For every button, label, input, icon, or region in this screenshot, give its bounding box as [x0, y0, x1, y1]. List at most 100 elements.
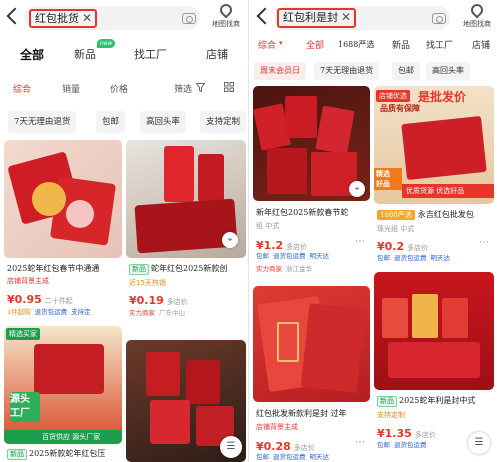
search-bar: 红包批货 ✕ 地图找商	[0, 0, 248, 36]
product-card[interactable]: ⌖ 新品 蛇年红包2025新款创 近15天热销 ¥0.19 多店价 实力商家 广东中山	[126, 140, 246, 322]
tab-shop[interactable]: 店铺	[206, 46, 228, 62]
service-tags: 包邮 退货包运费 明天达	[256, 451, 333, 461]
product-card[interactable]: 2025蛇年红包春节中通通 店铺背景主成 ¥0.95 二十件起 1件起购 退货包运费…	[4, 140, 122, 322]
hot-sale-note: 近15天热销	[129, 279, 166, 287]
product-image[interactable]: 精选买家 源头 工厂 百货供应 源头厂家	[4, 326, 122, 444]
grid-view-icon[interactable]	[224, 82, 234, 92]
tag-return: 退货包运费	[34, 308, 68, 316]
service-tags: 包邮 退货包运费 明天达	[256, 250, 333, 260]
shop-info: 店铺背景主成	[7, 277, 49, 285]
sort-comprehensive[interactable]: 综合	[13, 82, 31, 95]
scan-icon[interactable]: ⌖	[349, 181, 365, 197]
camera-icon[interactable]	[182, 13, 196, 24]
product-image[interactable]: ⌖	[253, 86, 370, 201]
tab-factory[interactable]: 找工厂	[134, 46, 167, 62]
product-image[interactable]	[374, 272, 494, 390]
search-query-chip[interactable]: 红包利是封 ✕	[277, 8, 356, 28]
map-search-label: 地图找商	[463, 20, 491, 28]
product-price: ¥0.19	[129, 294, 164, 307]
sort-sales[interactable]: 销量	[62, 82, 80, 95]
store-pick-badge: 店铺优选	[376, 90, 410, 102]
featured-badge: 精选买家	[6, 328, 40, 340]
tab-all[interactable]: 全部	[306, 38, 324, 51]
floating-list-icon[interactable]: ☰	[468, 432, 490, 454]
search-box[interactable]: 红包批货 ✕	[24, 6, 200, 30]
tab-1688-select[interactable]: 1688严选	[338, 39, 374, 50]
product-card[interactable]: 店铺优选 是批发价 品质有保障 精选 好品 优质货源 优选好品 1688严选 永吉红…	[374, 86, 494, 264]
left-screen: 红包批货 ✕ 地图找商 全部 新品 new 找工厂 店铺 综合 销量 价格 筛选…	[0, 0, 249, 462]
product-image[interactable]: ☰	[126, 340, 246, 462]
tab-shop[interactable]: 店铺	[472, 38, 490, 51]
back-icon[interactable]	[6, 7, 18, 25]
more-icon[interactable]: ⋯	[355, 437, 366, 448]
chip-weekend-member[interactable]: 周末会员日	[254, 62, 306, 80]
product-card[interactable]: 新品 2025蛇年利是封中式 支持定制 ¥1.35 多店价 包邮 退货包运费 ☰	[374, 272, 494, 462]
product-card[interactable]: ☰	[126, 340, 246, 462]
supply-strip: 百货供应 源头厂家	[4, 430, 122, 444]
back-icon[interactable]	[256, 7, 268, 25]
more-icon[interactable]: ⋯	[355, 236, 366, 247]
merchant-tags: 实力商家 广东中山	[129, 307, 185, 317]
product-title: 1688严选 永吉红包批发包	[377, 209, 493, 220]
tag-free-ship: 包邮	[377, 441, 390, 449]
chevron-down-icon[interactable]: ▾	[279, 39, 283, 47]
category-tabs: 全部 新品 new 找工厂 店铺	[0, 39, 248, 72]
product-card[interactable]: 红包批发新款利是封 过年 店铺背景主成 ¥0.28 多店价 ⋯ 包邮 退货包运费 明天…	[253, 286, 370, 462]
category-tabs: 综合 ▾ 全部 1688严选 新品 找工厂 店铺	[250, 38, 497, 54]
product-image[interactable]	[4, 140, 122, 258]
tab-all[interactable]: 全部	[20, 46, 44, 63]
product-image[interactable]: ⌖	[126, 140, 246, 258]
floating-list-icon[interactable]: ☰	[220, 436, 242, 458]
clear-icon[interactable]: ✕	[82, 11, 92, 26]
search-box[interactable]: 红包利是封 ✕	[274, 6, 450, 30]
tab-new[interactable]: 新品	[74, 46, 96, 62]
chip-free-shipping[interactable]: 包邮	[96, 111, 126, 133]
product-spec: 珠光纸 中式	[377, 225, 415, 233]
filter-button[interactable]: 筛选	[174, 82, 192, 95]
tag-tomorrow: 明天达	[309, 453, 330, 461]
overlay-source: 源头	[10, 394, 30, 405]
tab-comprehensive[interactable]: 综合	[258, 38, 276, 51]
tag-return: 退货包运费	[273, 252, 306, 260]
selected-badge-line2: 好品	[376, 180, 390, 188]
search-bar: 红包利是封 ✕ 地图找商	[250, 0, 497, 36]
filter-icon[interactable]	[196, 83, 205, 92]
tag-return: 退货包运费	[394, 441, 427, 449]
product-card[interactable]: 精选买家 源头 工厂 百货供应 源头厂家 新品 2025新款蛇年红包压	[4, 326, 122, 462]
price-row: ¥0.19 多店价	[129, 289, 188, 308]
chip-free-shipping[interactable]: 包邮	[392, 62, 420, 80]
product-card[interactable]: ⌖ 新年红包2025新款春节蛇 纸 中式 ¥1.2 多店价 ⋯ 包邮 退货包运费 明天…	[253, 86, 370, 278]
chip-high-repurchase[interactable]: 高回头率	[426, 62, 470, 80]
camera-icon[interactable]	[432, 13, 446, 24]
product-image[interactable]: 店铺优选 是批发价 品质有保障 精选 好品 优质货源 优选好品	[374, 86, 494, 204]
tag-strong-merchant: 实力商家	[256, 265, 282, 273]
map-search-button[interactable]: 地图找商	[457, 1, 497, 29]
tag-location: 广东中山	[159, 309, 185, 317]
price-note: 多店价	[166, 298, 188, 306]
price-note: 多店价	[414, 431, 436, 439]
chip-7day-return[interactable]: 7天无理由退货	[8, 111, 77, 133]
scan-icon[interactable]: ⌖	[222, 232, 238, 248]
chip-7day-return[interactable]: 7天无理由退货	[314, 62, 380, 80]
banner-sub: 品质有保障	[380, 103, 420, 113]
selected-badge-line1: 精选	[376, 170, 390, 178]
sort-bar: 综合 销量 价格 筛选	[0, 82, 248, 100]
sort-price[interactable]: 价格	[110, 82, 128, 95]
product-image[interactable]	[253, 286, 370, 402]
product-title: 新品 蛇年红包2025新款创	[129, 263, 245, 275]
chip-custom[interactable]: 支持定制	[200, 111, 247, 133]
selected-badge: 精选 好品	[374, 168, 402, 190]
tag-support: 支持定	[71, 308, 91, 316]
clear-icon[interactable]: ✕	[341, 10, 351, 25]
tag-tomorrow: 明天达	[430, 254, 451, 262]
product-title-text: 蛇年红包2025新款创	[151, 264, 228, 273]
service-tags: 包邮 退货包运费 明天达	[377, 252, 454, 262]
tab-factory[interactable]: 找工厂	[426, 38, 453, 51]
more-icon[interactable]: ⋯	[479, 237, 490, 248]
product-title: 新品 2025新款蛇年红包压	[7, 448, 119, 460]
search-query-chip[interactable]: 红包批货 ✕	[29, 9, 97, 28]
map-search-button[interactable]: 地图找商	[206, 1, 246, 29]
custom-note: 支持定制	[377, 411, 405, 419]
chip-high-repurchase[interactable]: 高回头率	[140, 111, 187, 133]
tab-new[interactable]: 新品	[392, 38, 410, 51]
